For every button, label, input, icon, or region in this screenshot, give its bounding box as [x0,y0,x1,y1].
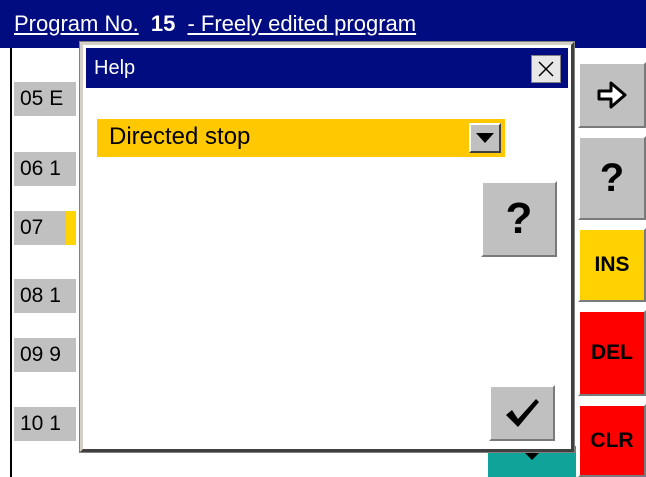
checkmark-icon [506,399,539,427]
help-dialog: Help Directed stop ? [80,42,574,452]
program-name: - Freely edited program [187,11,417,36]
del-button[interactable]: DEL [578,310,646,396]
program-row-06[interactable]: 06 1 [14,152,76,186]
enter-button[interactable] [578,62,646,128]
program-label: Program No. [14,11,139,36]
ok-button[interactable] [489,385,555,441]
program-row-07[interactable]: 07 [14,211,76,245]
program-title-bar: Program No. 15 - Freely edited program [0,0,646,48]
arrow-right-icon [597,81,627,109]
close-button[interactable] [531,55,561,83]
help-topic-select[interactable]: Directed stop [97,119,505,157]
chevron-down-icon [476,133,494,143]
program-row-05[interactable]: 05 E [14,82,76,116]
ins-button[interactable]: INS [578,228,646,302]
help-side-button[interactable]: ? [578,136,646,220]
clr-button[interactable]: CLR [578,404,646,477]
help-button[interactable]: ? [481,181,557,257]
left-border [10,48,12,477]
program-row-08[interactable]: 08 1 [14,279,76,313]
dialog-title: Help [86,48,568,88]
dropdown-button[interactable] [469,123,501,153]
program-number: 15 [150,11,176,36]
selected-option: Directed stop [109,123,251,150]
program-row-09[interactable]: 09 9 [14,338,76,372]
program-row-10[interactable]: 10 1 [14,407,76,441]
close-icon [538,61,554,77]
